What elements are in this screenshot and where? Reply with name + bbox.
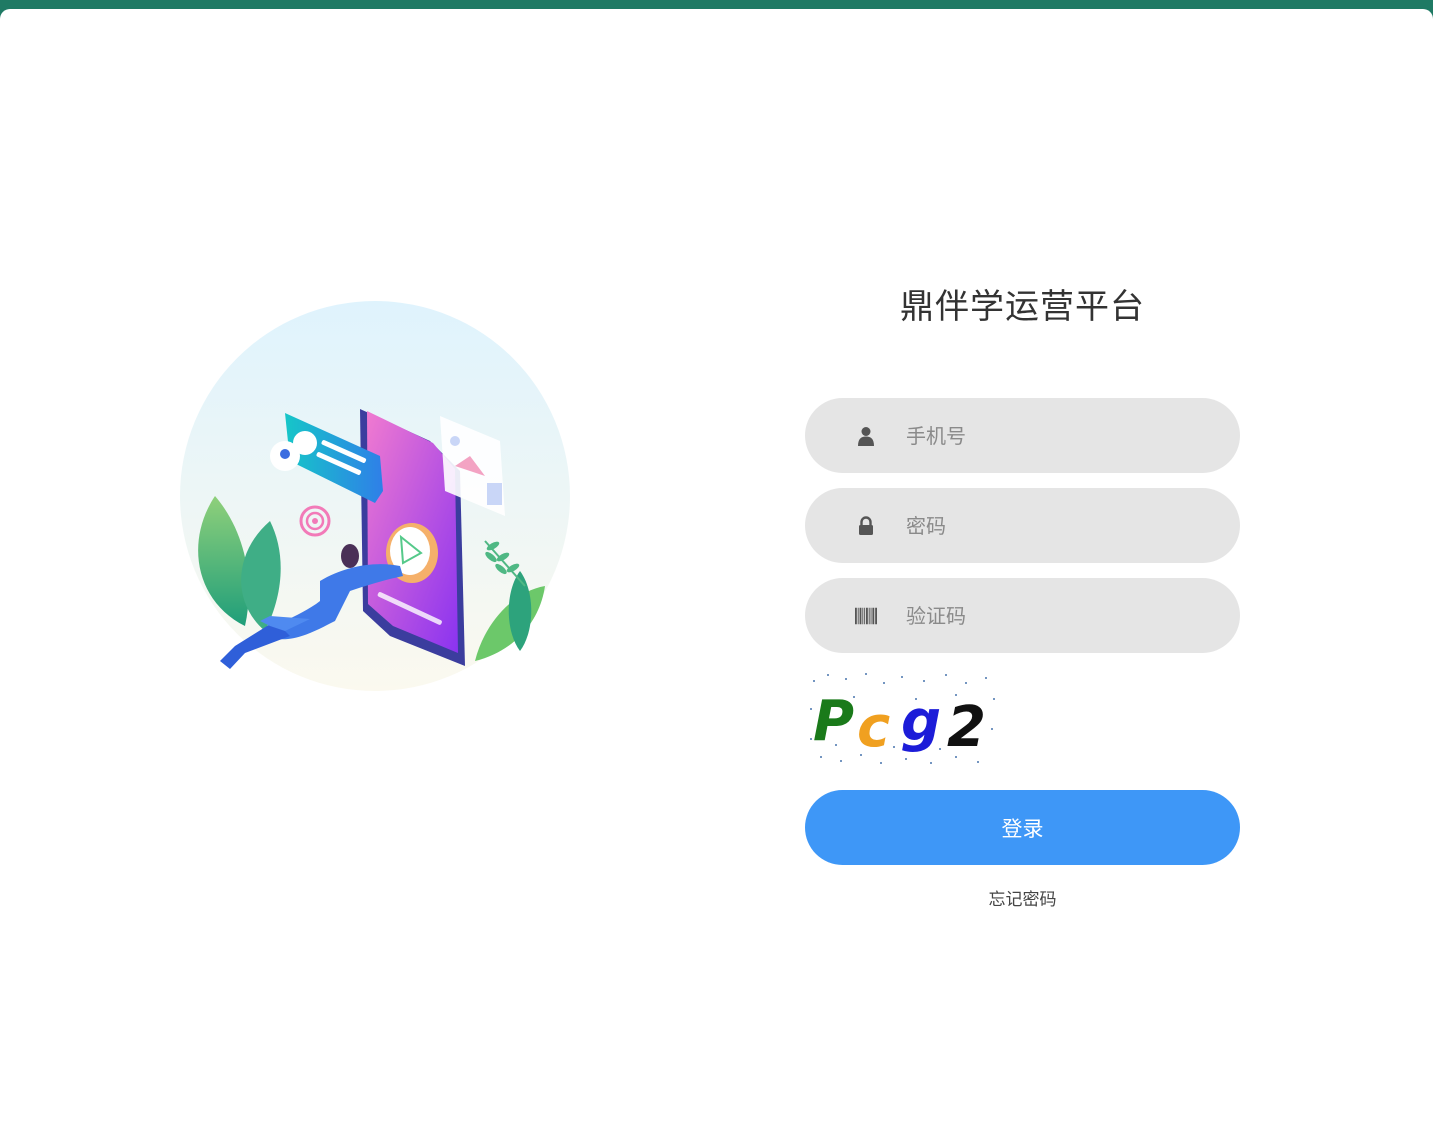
login-illustration: [180, 301, 570, 691]
phone-input[interactable]: [906, 415, 1206, 456]
captcha-char-1: P: [813, 689, 854, 754]
captcha-char-3: g: [901, 689, 941, 754]
phone-field[interactable]: [805, 398, 1240, 473]
login-button[interactable]: 登录: [805, 790, 1240, 865]
password-field[interactable]: [805, 488, 1240, 563]
forgot-password-link[interactable]: 忘记密码: [805, 885, 1240, 910]
barcode-icon: [855, 605, 877, 627]
captcha-input[interactable]: [906, 595, 1206, 636]
login-card: 鼎伴学运营平台 手机号 验证码 P c g 2 登录 忘记密码: [0, 9, 1433, 1147]
captcha-image[interactable]: P c g 2: [805, 668, 1000, 768]
captcha-char-4: 2: [947, 695, 986, 760]
captcha-char-2: c: [857, 695, 890, 760]
lock-icon: [855, 515, 877, 537]
captcha-field[interactable]: [805, 578, 1240, 653]
user-icon: [855, 425, 877, 447]
page-title: 鼎伴学运营平台: [900, 287, 1145, 327]
password-input[interactable]: [906, 505, 1206, 546]
